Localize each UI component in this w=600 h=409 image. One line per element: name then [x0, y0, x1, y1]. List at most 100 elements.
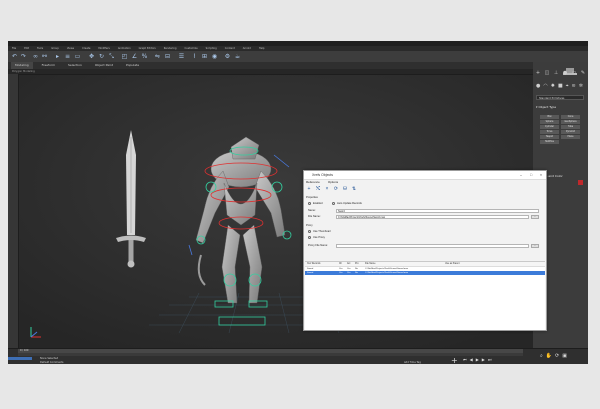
- region-icon[interactable]: ▭: [74, 53, 81, 60]
- enabled-checkbox[interactable]: [308, 202, 311, 205]
- dialog-title-bar[interactable]: Xrefs Objects – □ ×: [304, 171, 546, 180]
- menu-reference[interactable]: Reference: [306, 180, 320, 184]
- track-bar[interactable]: [18, 353, 523, 356]
- close-icon[interactable]: ×: [536, 171, 546, 179]
- link-icon[interactable]: ∞: [32, 53, 39, 60]
- cameras-icon[interactable]: ■: [558, 83, 563, 89]
- next-frame-icon[interactable]: ▶: [482, 357, 485, 362]
- move-icon[interactable]: ✥: [88, 53, 95, 60]
- torus-button[interactable]: Torus: [540, 130, 559, 134]
- material-editor-icon[interactable]: ◉: [211, 53, 218, 60]
- shapes-icon[interactable]: ◠: [543, 83, 547, 89]
- go-start-icon[interactable]: ⏮: [463, 357, 467, 362]
- layer-icon[interactable]: ☰: [178, 53, 185, 60]
- name-field[interactable]: Sword: [336, 209, 539, 213]
- browse-proxy-button[interactable]: …: [531, 244, 539, 248]
- file-name-field[interactable]: C:\3dsMax\Projects\Xrefs\Scene\Sword.max: [336, 215, 529, 219]
- go-end-icon[interactable]: ⏭: [488, 357, 492, 362]
- plane-button[interactable]: Plane: [561, 135, 580, 139]
- tab-selection[interactable]: Selection: [64, 62, 86, 69]
- systems-icon[interactable]: ✲: [579, 83, 583, 89]
- percent-snap-icon[interactable]: %: [141, 53, 148, 60]
- utilities-tab-icon[interactable]: ✎: [580, 70, 586, 76]
- tube-button[interactable]: Tube: [561, 125, 580, 129]
- set-key-icon[interactable]: +: [451, 356, 458, 364]
- merge-icon[interactable]: ⇅: [351, 186, 357, 192]
- lights-icon[interactable]: ✹: [551, 83, 555, 89]
- tab-freeform[interactable]: Freeform: [38, 62, 59, 69]
- align-icon[interactable]: ⊟: [164, 53, 171, 60]
- name-label: Name:: [308, 209, 316, 212]
- menu-options[interactable]: Options: [328, 180, 338, 184]
- rotate-icon[interactable]: ↻: [98, 53, 105, 60]
- create-tab-icon[interactable]: +: [535, 70, 541, 76]
- table-row-selected[interactable]: Sword Yes Yes No C:\3dsMax\Projects\Xref…: [305, 271, 545, 275]
- minimize-icon[interactable]: –: [516, 171, 526, 179]
- helpers-icon[interactable]: ⌖: [566, 83, 569, 89]
- proxy-file-label: Proxy File Name:: [308, 244, 328, 247]
- angle-snap-icon[interactable]: ∠: [131, 53, 138, 60]
- tab-modeling[interactable]: Modeling: [11, 62, 33, 69]
- hierarchy-tab-icon[interactable]: ⊥: [553, 70, 559, 76]
- browse-file-button[interactable]: …: [531, 215, 539, 219]
- add-xref-icon[interactable]: +: [306, 186, 312, 192]
- render-setup-icon[interactable]: ⚙: [224, 53, 231, 60]
- use-proxy-radio[interactable]: [308, 236, 311, 239]
- proxy-file-field[interactable]: [336, 244, 529, 248]
- primitive-type-dropdown[interactable]: Standard Primitives: [536, 95, 584, 100]
- col-parent[interactable]: Use as Parent: [445, 262, 460, 266]
- remove-icon[interactable]: ×: [324, 186, 330, 192]
- col-pro[interactable]: Pro: [355, 262, 359, 266]
- use-thumbnail-radio[interactable]: [308, 230, 311, 233]
- schematic-icon[interactable]: ⊞: [201, 53, 208, 60]
- object-type-rollout[interactable]: ▾ Object Type: [536, 105, 584, 109]
- cylinder-button[interactable]: Cylinder: [540, 125, 559, 129]
- cone-button[interactable]: Cone: [561, 115, 580, 119]
- geometry-icon[interactable]: ●: [536, 83, 540, 89]
- curve-editor-icon[interactable]: ⌇: [191, 53, 198, 60]
- modify-tab-icon[interactable]: ◫: [544, 70, 550, 76]
- spacewarps-icon[interactable]: ≋: [572, 83, 576, 89]
- refresh-icon[interactable]: ⟳: [333, 186, 339, 192]
- display-tab-icon[interactable]: ▭: [571, 70, 577, 76]
- geosphere-button[interactable]: GeoSphere: [561, 120, 580, 124]
- object-color-swatch[interactable]: [578, 180, 583, 185]
- orbit-icon[interactable]: ⟳: [555, 353, 559, 359]
- pyramid-button[interactable]: Pyramid: [561, 130, 580, 134]
- render-icon[interactable]: ☕: [234, 53, 241, 60]
- col-file-name[interactable]: File Name: [365, 262, 375, 266]
- play-icon[interactable]: ▶: [476, 357, 479, 362]
- motion-tab-icon[interactable]: ●: [562, 70, 568, 76]
- select-in-scene-icon[interactable]: ⛁: [342, 186, 348, 192]
- scale-icon[interactable]: ⤡: [108, 53, 115, 60]
- box-button[interactable]: Box: [540, 115, 559, 119]
- redo-icon[interactable]: ↷: [20, 53, 27, 60]
- col-records[interactable]: Xref Records: [307, 262, 320, 266]
- maxscript-listener-bar[interactable]: [8, 357, 32, 360]
- auto-update-checkbox[interactable]: [332, 202, 335, 205]
- sphere-button[interactable]: Sphere: [540, 120, 559, 124]
- pan-icon[interactable]: ✋: [546, 353, 552, 359]
- textplus-button[interactable]: TextPlus: [540, 140, 559, 144]
- mirror-icon[interactable]: ⇋: [154, 53, 161, 60]
- select-name-icon[interactable]: ≡: [64, 53, 71, 60]
- combine-icon[interactable]: ⤭: [315, 186, 321, 192]
- tab-object-paint[interactable]: Object Paint: [91, 62, 117, 69]
- col-ch[interactable]: Ch: [339, 262, 342, 266]
- maximize-window-icon[interactable]: □: [526, 171, 536, 179]
- undo-icon[interactable]: ↶: [11, 53, 18, 60]
- unlink-icon[interactable]: ⚯: [41, 53, 48, 60]
- prev-frame-icon[interactable]: ◀: [470, 357, 473, 362]
- add-time-tag[interactable]: Add Time Tag: [404, 361, 421, 364]
- snap-icon[interactable]: ◰: [121, 53, 128, 60]
- top-hat-icon[interactable]: [563, 60, 577, 75]
- tab-populate[interactable]: Populate: [122, 62, 143, 69]
- prompt-line: Default Comments: [40, 361, 64, 364]
- zoom-icon[interactable]: ⌕: [540, 353, 543, 359]
- maximize-icon[interactable]: ▣: [562, 353, 567, 359]
- auto-update-label: Auto Update Records: [337, 202, 362, 205]
- select-icon[interactable]: ▸: [54, 53, 61, 60]
- file-name-value: C:\3dsMax\Projects\Xrefs\Scene\Sword.max: [338, 216, 386, 219]
- col-ani[interactable]: Ani: [347, 262, 350, 266]
- teapot-button[interactable]: Teapot: [540, 135, 559, 139]
